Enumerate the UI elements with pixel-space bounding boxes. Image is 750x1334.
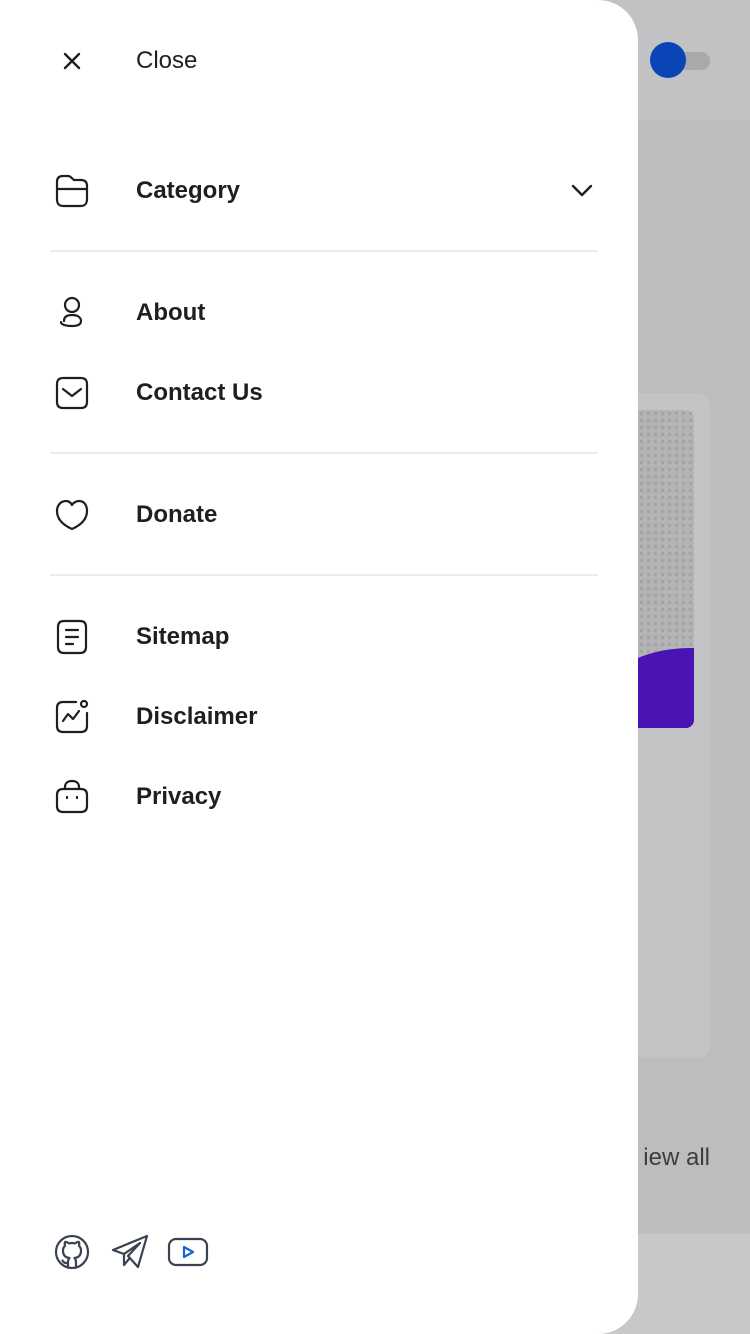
menu-item-about-label: About (136, 299, 206, 326)
menu-divider (50, 574, 598, 576)
theme-toggle-knob (650, 42, 686, 78)
user-icon (50, 291, 94, 335)
activity-chart-icon (50, 695, 94, 739)
menu-item-category[interactable]: Category (50, 161, 598, 221)
menu-item-donate-label: Donate (136, 501, 218, 528)
mail-icon (50, 371, 94, 415)
close-label: Close (136, 47, 198, 74)
menu-item-sitemap[interactable]: Sitemap (50, 607, 598, 667)
menu-item-privacy-label: Privacy (136, 783, 222, 810)
github-icon[interactable] (50, 1230, 94, 1274)
menu-item-category-label: Category (136, 177, 241, 204)
telegram-icon[interactable] (108, 1230, 152, 1274)
navigation-drawer: Close Category About Contact Us Donate S… (0, 0, 638, 1334)
chevron-down-icon[interactable] (566, 175, 598, 207)
menu-item-disclaimer-label: Disclaimer (136, 703, 258, 730)
menu-item-privacy[interactable]: Privacy (50, 767, 598, 827)
menu-item-contact-label: Contact Us (136, 379, 263, 406)
menu-item-contact[interactable]: Contact Us (50, 363, 598, 423)
close-icon (50, 39, 94, 83)
theme-toggle[interactable] (650, 42, 710, 78)
document-list-icon (50, 615, 94, 659)
menu-item-donate[interactable]: Donate (50, 485, 598, 545)
folder-icon (50, 169, 94, 213)
menu-divider (50, 250, 598, 252)
close-button[interactable]: Close (50, 36, 197, 86)
heart-icon (50, 493, 94, 537)
menu-item-disclaimer[interactable]: Disclaimer (50, 687, 598, 747)
menu-item-sitemap-label: Sitemap (136, 623, 230, 650)
menu-item-about[interactable]: About (50, 283, 598, 343)
shopping-bag-icon (50, 775, 94, 819)
menu-divider (50, 452, 598, 454)
youtube-icon[interactable] (166, 1230, 210, 1274)
